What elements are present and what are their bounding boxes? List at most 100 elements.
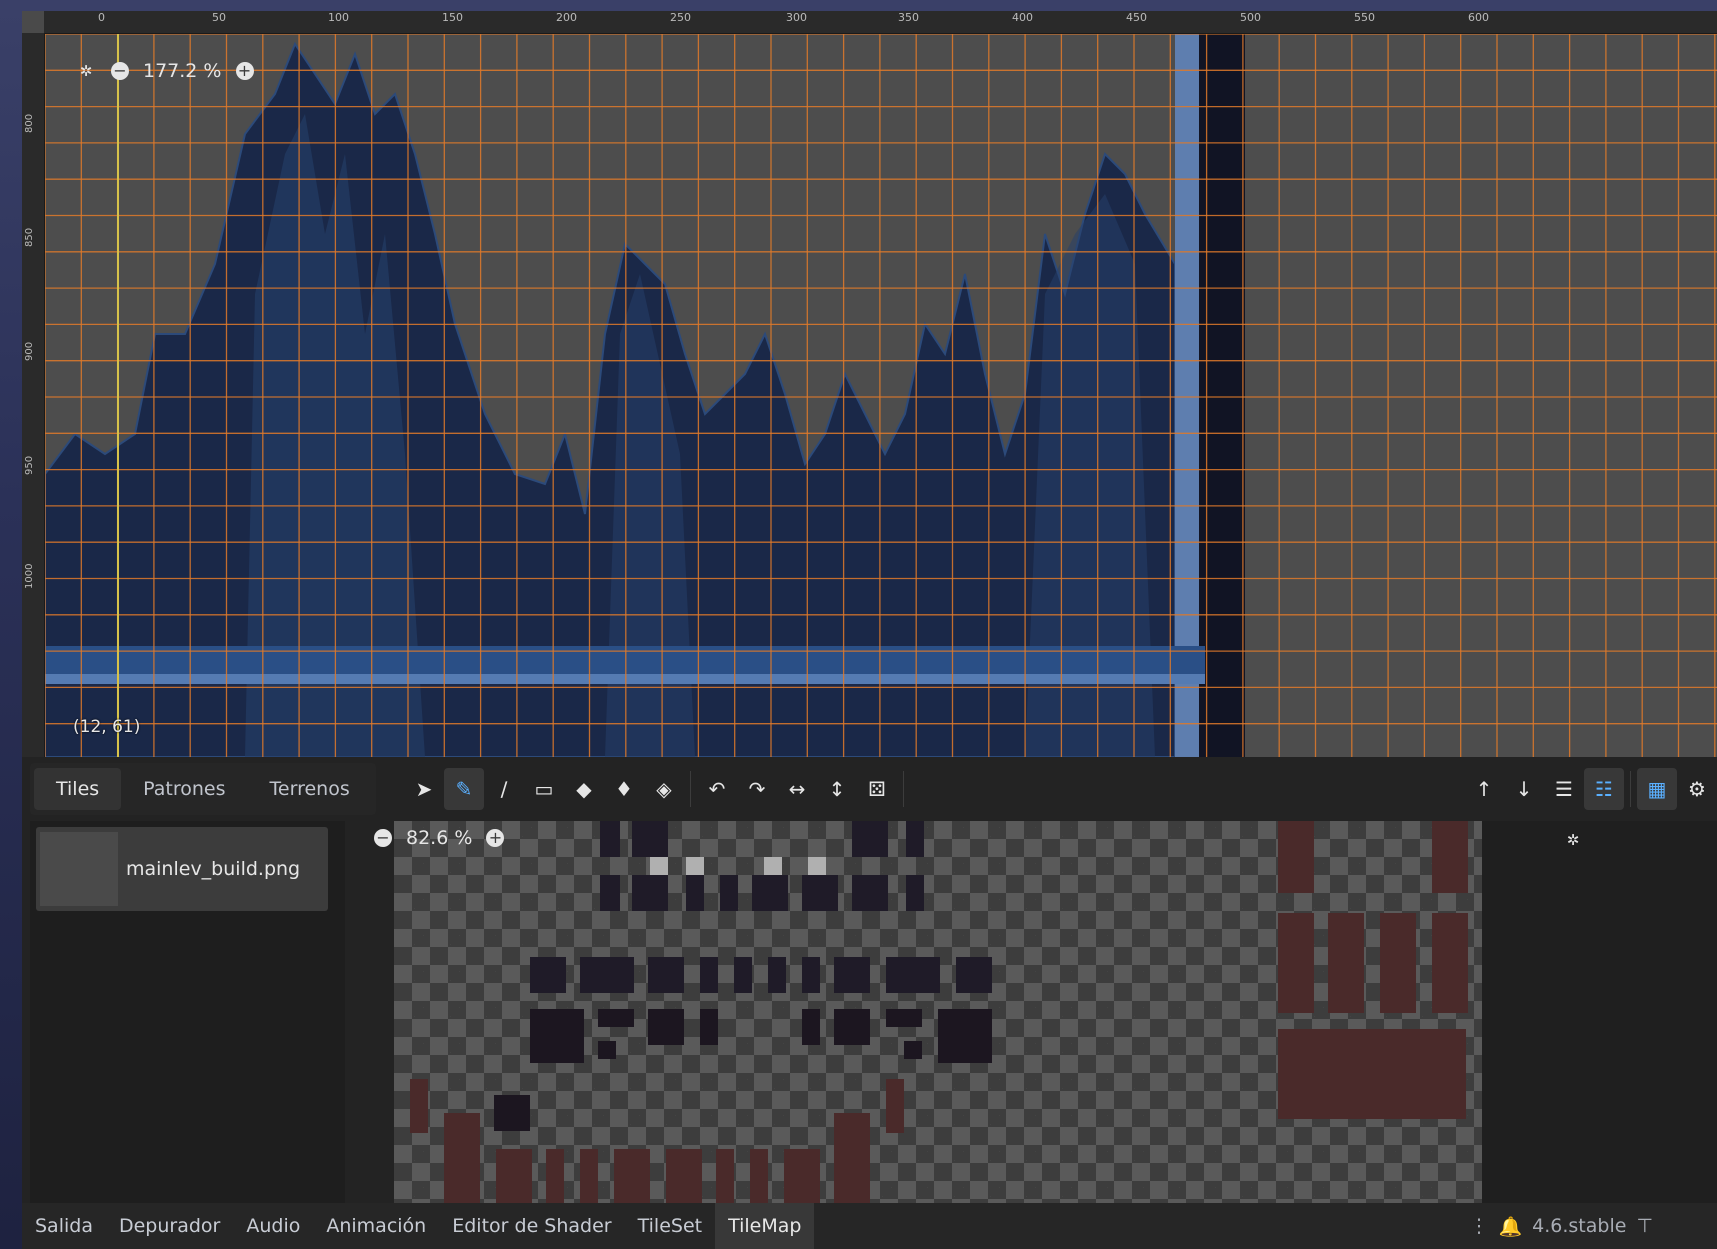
tilemap-viewport[interactable]: ✲ − 177.2 % + (12, 61) — [45, 34, 1717, 757]
layers-icon[interactable]: ☷ — [1584, 768, 1624, 810]
move-up-icon[interactable]: ↑ — [1464, 768, 1504, 810]
atlas-tile[interactable] — [494, 1095, 530, 1131]
atlas-tile[interactable] — [768, 957, 786, 993]
atlas-tile[interactable] — [530, 1009, 584, 1063]
select-icon[interactable]: ➤ — [404, 768, 444, 810]
atlas-tile[interactable] — [886, 957, 940, 993]
atlas-tile[interactable] — [580, 957, 634, 993]
atlas-tile[interactable] — [834, 1113, 870, 1203]
dock-tab-depurador[interactable]: Depurador — [106, 1203, 233, 1249]
dock-tab-tileset[interactable]: TileSet — [625, 1203, 715, 1249]
ruler-label: 900 — [24, 341, 35, 361]
atlas-tile[interactable] — [666, 1149, 702, 1203]
zoom-in-icon[interactable]: + — [235, 62, 254, 80]
atlas-tile[interactable] — [598, 1009, 634, 1027]
atlas-tile[interactable] — [1328, 913, 1364, 1013]
settings-icon[interactable]: ⚙ — [1677, 768, 1717, 810]
atlas-tile[interactable] — [444, 1113, 480, 1203]
eraser-icon[interactable]: ◈ — [644, 768, 684, 810]
atlas-tile[interactable] — [1278, 913, 1314, 1013]
atlas-tile[interactable] — [700, 1009, 718, 1045]
atlas-tile[interactable] — [650, 857, 668, 875]
rect-icon[interactable]: ▭ — [524, 768, 564, 810]
rotate-left-icon[interactable]: ↶ — [697, 768, 737, 810]
atlas-tile[interactable] — [686, 875, 704, 911]
atlas-tile[interactable] — [720, 875, 738, 911]
atlas-tile[interactable] — [580, 1149, 598, 1203]
atlas-tile[interactable] — [886, 1009, 922, 1027]
tileset-sources-list: mainlev_build.png ⇅ — [30, 821, 349, 1249]
atlas-tile[interactable] — [496, 1149, 532, 1203]
atlas-tile[interactable] — [1432, 821, 1468, 893]
atlas-tile[interactable] — [1380, 913, 1416, 1013]
picker-icon[interactable]: ♦ — [604, 768, 644, 810]
atlas-tile[interactable] — [852, 875, 888, 911]
tab-terrenos[interactable]: Terrenos — [248, 768, 372, 810]
paint-icon[interactable]: ✎ — [444, 768, 484, 810]
atlas-tile[interactable] — [1432, 913, 1468, 1013]
atlas-tile[interactable] — [834, 957, 870, 993]
random-icon[interactable]: ⚄ — [857, 768, 897, 810]
dock-tab-salida[interactable]: Salida — [22, 1203, 106, 1249]
source-item[interactable]: mainlev_build.png — [36, 827, 328, 911]
bell-icon[interactable]: 🔔 — [1498, 1215, 1522, 1238]
atlas-tile[interactable] — [686, 857, 704, 875]
atlas-tile[interactable] — [546, 1149, 564, 1203]
atlas-tile[interactable] — [600, 875, 620, 911]
pin-icon[interactable]: ⊤ — [1636, 1215, 1653, 1237]
flip-v-icon[interactable]: ↕ — [817, 768, 857, 810]
atlas-tile[interactable] — [632, 821, 668, 857]
atlas-tile[interactable] — [904, 1041, 922, 1059]
atlas-tile[interactable] — [802, 957, 820, 993]
line-icon[interactable]: ∕ — [484, 768, 524, 810]
more-icon[interactable]: ⋮ — [1469, 1215, 1488, 1237]
zoom-out-icon[interactable]: − — [111, 62, 129, 80]
move-down-icon[interactable]: ↓ — [1504, 768, 1544, 810]
rotate-right-icon[interactable]: ↷ — [737, 768, 777, 810]
atlas-tile[interactable] — [598, 1041, 616, 1059]
atlas-tile[interactable] — [834, 1009, 870, 1045]
atlas-center-icon[interactable]: ✲ — [1562, 829, 1584, 851]
atlas-tile[interactable] — [852, 821, 888, 857]
zoom-level[interactable]: 177.2 % — [143, 60, 222, 82]
atlas-tile[interactable] — [614, 1149, 650, 1203]
dock-tab-animacion[interactable]: Animación — [313, 1203, 439, 1249]
atlas-tile[interactable] — [648, 957, 684, 993]
dock-tab-shader-editor[interactable]: Editor de Shader — [439, 1203, 624, 1249]
atlas-tile[interactable] — [410, 1079, 428, 1133]
atlas-tile[interactable] — [700, 957, 718, 993]
atlas-tile[interactable] — [1278, 1029, 1466, 1119]
center-view-icon[interactable]: ✲ — [75, 60, 97, 82]
atlas-tile[interactable] — [764, 857, 782, 875]
atlas-tile[interactable] — [886, 1079, 904, 1133]
bucket-icon[interactable]: ◆ — [564, 768, 604, 810]
atlas-tile[interactable] — [784, 1149, 820, 1203]
atlas-tile[interactable] — [802, 1009, 820, 1045]
atlas-tile[interactable] — [1278, 821, 1314, 893]
atlas-zoom-out-icon[interactable]: − — [374, 829, 392, 847]
grid-icon[interactable]: ▦ — [1637, 768, 1677, 810]
atlas-tile[interactable] — [600, 821, 620, 857]
atlas-tile[interactable] — [956, 957, 992, 993]
atlas-tile[interactable] — [750, 1149, 768, 1203]
atlas-tile[interactable] — [716, 1149, 734, 1203]
dock-tab-tilemap[interactable]: TileMap — [715, 1203, 815, 1249]
atlas-tile[interactable] — [802, 875, 838, 911]
atlas-tile[interactable] — [752, 875, 788, 911]
atlas-tile[interactable] — [648, 1009, 684, 1045]
atlas-tile[interactable] — [734, 957, 752, 993]
atlas-tile[interactable] — [906, 821, 924, 857]
atlas-tile[interactable] — [632, 875, 668, 911]
atlas-tile[interactable] — [808, 857, 826, 875]
flip-h-icon[interactable]: ↔ — [777, 768, 817, 810]
list-icon[interactable]: ☰ — [1544, 768, 1584, 810]
atlas-zoom-level[interactable]: 82.6 % — [406, 827, 472, 849]
atlas-tile[interactable] — [938, 1009, 992, 1063]
dock-tab-audio[interactable]: Audio — [233, 1203, 313, 1249]
tab-patrones[interactable]: Patrones — [121, 768, 247, 810]
tile-atlas-view[interactable] — [358, 821, 1482, 1203]
tab-tiles[interactable]: Tiles — [34, 768, 122, 810]
atlas-tile[interactable] — [530, 957, 566, 993]
atlas-zoom-in-icon[interactable]: + — [486, 829, 505, 847]
atlas-tile[interactable] — [906, 875, 924, 911]
